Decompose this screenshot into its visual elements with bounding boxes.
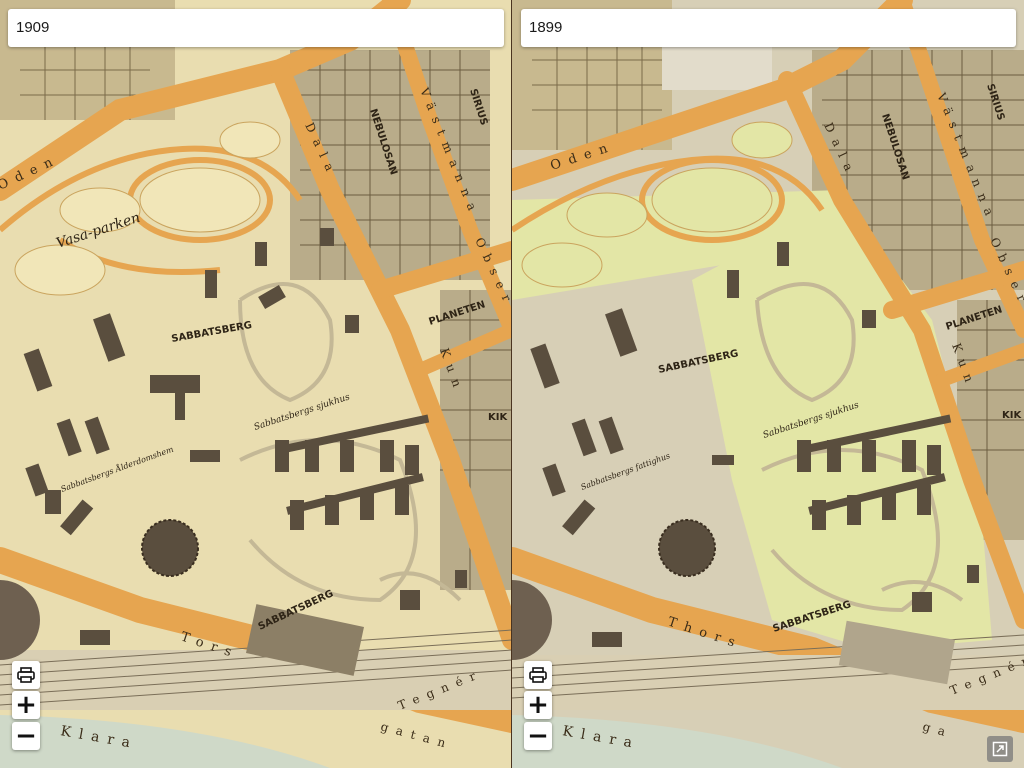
map-pane-1909[interactable]: Vasa-parken SABBATSBERG Sabbatsbergs sju…: [0, 0, 512, 768]
historical-map-1899[interactable]: SABBATSBERG Sabbatsbergs sjukhus Sabbats…: [512, 0, 1024, 768]
fullscreen-button[interactable]: [987, 736, 1013, 762]
zoom-in-button-right[interactable]: +: [524, 691, 552, 719]
zoom-in-icon: +: [15, 690, 37, 720]
year-selector-left[interactable]: 1909: [8, 9, 504, 47]
zoom-out-button-right[interactable]: −: [524, 722, 552, 750]
print-icon: [17, 667, 35, 683]
label-kik: KIK: [488, 412, 508, 423]
zoom-in-button-left[interactable]: +: [12, 691, 40, 719]
print-button-right[interactable]: [524, 661, 552, 689]
map-pane-1899[interactable]: SABBATSBERG Sabbatsbergs sjukhus Sabbats…: [512, 0, 1024, 768]
print-button-left[interactable]: [12, 661, 40, 689]
fullscreen-icon: [992, 741, 1008, 757]
zoom-out-icon: −: [15, 721, 37, 751]
historical-map-1909[interactable]: Vasa-parken SABBATSBERG Sabbatsbergs sju…: [0, 0, 512, 768]
zoom-out-icon: −: [527, 721, 549, 751]
zoom-in-icon: +: [527, 690, 549, 720]
year-selector-right[interactable]: 1899: [521, 9, 1016, 47]
zoom-out-button-left[interactable]: −: [12, 722, 40, 750]
print-icon: [529, 667, 547, 683]
label-kik: KIK: [1002, 410, 1022, 421]
